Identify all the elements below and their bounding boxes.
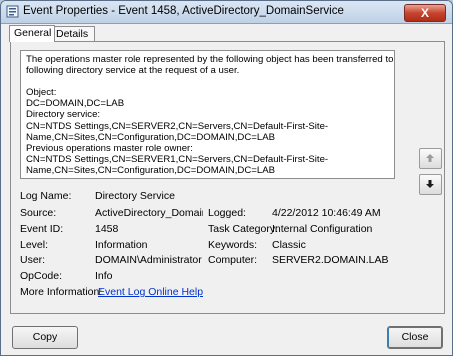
more-information-label: More Information: (20, 286, 103, 298)
user-label: User: (20, 254, 46, 266)
arrow-up-icon (426, 154, 434, 162)
description-line: CN=NTDS Settings,CN=SERVER1,CN=Servers,C… (26, 153, 329, 165)
computer-label: Computer: (208, 254, 258, 266)
title-bar: Event Properties - Event 1458, ActiveDir… (1, 1, 452, 24)
copy-button[interactable]: Copy (12, 326, 78, 349)
description-line: Name,CN=Sites,CN=Configuration,DC=DOMAIN… (26, 131, 275, 143)
level-value[interactable]: Information (95, 239, 148, 251)
description-line (26, 76, 389, 87)
task-category-label: Task Category: (208, 223, 279, 235)
source-value[interactable]: ActiveDirectory_DomainServ (95, 207, 203, 219)
close-button[interactable]: Close (387, 326, 443, 349)
event-id-label: Event ID: (20, 223, 64, 235)
keywords-label: Keywords: (208, 239, 258, 251)
opcode-value[interactable]: Info (95, 270, 113, 282)
event-id-value[interactable]: 1458 (95, 223, 118, 235)
window-close-button[interactable]: X (404, 4, 446, 22)
computer-value[interactable]: SERVER2.DOMAIN.LAB (272, 254, 389, 266)
description-line: Object: (26, 87, 57, 99)
description-line: Previous operations master role owner: (26, 142, 193, 154)
description-line: CN=NTDS Settings,CN=SERVER2,CN=Servers,C… (26, 120, 329, 132)
description-line: Name,CN=Sites,CN=Configuration,DC=DOMAIN… (26, 164, 275, 176)
event-viewer-icon (6, 5, 19, 18)
task-category-value[interactable]: Internal Configuration (272, 223, 372, 235)
source-label: Source: (20, 207, 57, 219)
arrow-down-icon (426, 180, 434, 188)
description-line: DC=DOMAIN,DC=LAB (26, 98, 125, 110)
description-line: Directory service: (26, 109, 101, 121)
description-line: following directory service at the reque… (26, 65, 240, 77)
tab-details[interactable]: Details (51, 26, 95, 42)
event-properties-window: Event Properties - Event 1458, ActiveDir… (0, 0, 453, 356)
keywords-value[interactable]: Classic (272, 239, 306, 251)
log-name-label: Log Name: (20, 190, 72, 202)
event-log-online-help-link[interactable]: Event Log Online Help (98, 286, 203, 298)
logged-label: Logged: (208, 207, 246, 219)
log-name-value[interactable]: Directory Service (95, 190, 175, 202)
general-panel: The operations master role represented b… (10, 41, 445, 314)
opcode-label: OpCode: (20, 270, 63, 282)
level-label: Level: (20, 239, 49, 251)
previous-event-button[interactable] (419, 148, 442, 169)
description-line: The operations master role represented b… (26, 54, 395, 65)
logged-value[interactable]: 4/22/2012 10:46:49 AM (272, 207, 381, 219)
tab-general[interactable]: General (9, 25, 55, 42)
window-title: Event Properties - Event 1458, ActiveDir… (23, 5, 344, 17)
user-value[interactable]: DOMAIN\Administrator (95, 254, 202, 266)
next-event-button[interactable] (419, 174, 442, 195)
event-description[interactable]: The operations master role represented b… (20, 50, 395, 179)
